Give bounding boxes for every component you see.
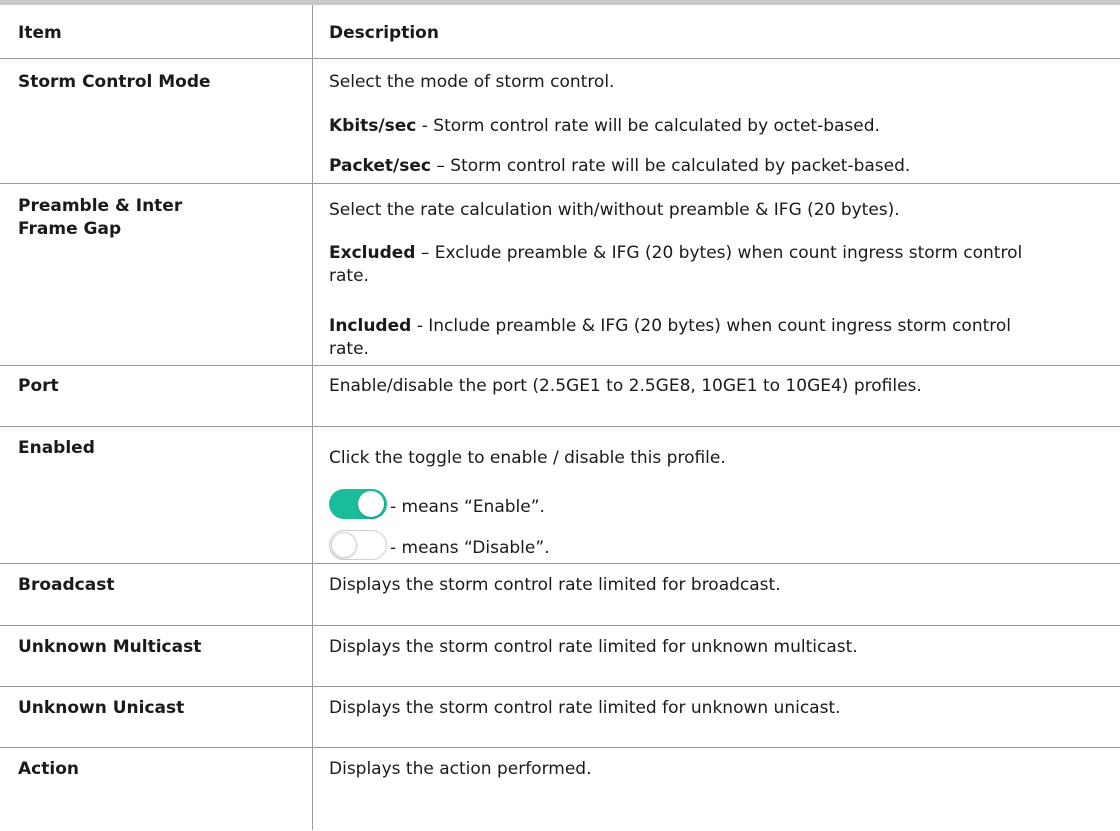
row-divider bbox=[0, 183, 1120, 184]
row-divider bbox=[0, 58, 1120, 59]
description-line: Select the rate calculation with/without… bbox=[329, 200, 900, 220]
description-line: Displays the storm control rate limited … bbox=[329, 698, 841, 718]
description-line: Displays the storm control rate limited … bbox=[329, 575, 781, 595]
description-line: Displays the storm control rate limited … bbox=[329, 637, 858, 657]
description-line: Enable/disable the port (2.5GE1 to 2.5GE… bbox=[329, 376, 922, 396]
row-divider bbox=[0, 747, 1120, 748]
description-line: Included - Include preamble & IFG (20 by… bbox=[329, 316, 1011, 359]
description-line: Kbits/sec - Storm control rate will be c… bbox=[329, 116, 880, 136]
table-top-border bbox=[0, 0, 1120, 5]
item-preamble-inter-frame-gap: Preamble & Inter Frame Gap bbox=[18, 196, 183, 239]
description-line: Displays the action performed. bbox=[329, 759, 592, 779]
description-line: - means “Enable”. bbox=[390, 497, 545, 517]
item-unknown-multicast: Unknown Multicast bbox=[18, 637, 202, 657]
item-action: Action bbox=[18, 759, 79, 779]
item-unknown-unicast: Unknown Unicast bbox=[18, 698, 185, 718]
item-enabled: Enabled bbox=[18, 438, 95, 458]
description-line: Click the toggle to enable / disable thi… bbox=[329, 448, 726, 468]
row-divider bbox=[0, 625, 1120, 626]
description-line: - means “Disable”. bbox=[390, 538, 550, 558]
header-item: Item bbox=[18, 23, 62, 43]
row-divider bbox=[0, 426, 1120, 427]
item-port: Port bbox=[18, 376, 59, 396]
description-line: Select the mode of storm control. bbox=[329, 72, 615, 92]
description-line: Excluded – Exclude preamble & IFG (20 by… bbox=[329, 243, 1023, 286]
column-divider bbox=[312, 5, 313, 830]
row-divider bbox=[0, 686, 1120, 687]
header-description: Description bbox=[329, 23, 439, 43]
item-storm-control-mode: Storm Control Mode bbox=[18, 72, 211, 92]
description-line: Packet/sec – Storm control rate will be … bbox=[329, 156, 911, 176]
row-divider bbox=[0, 365, 1120, 366]
row-divider bbox=[0, 563, 1120, 564]
item-broadcast: Broadcast bbox=[18, 575, 115, 595]
